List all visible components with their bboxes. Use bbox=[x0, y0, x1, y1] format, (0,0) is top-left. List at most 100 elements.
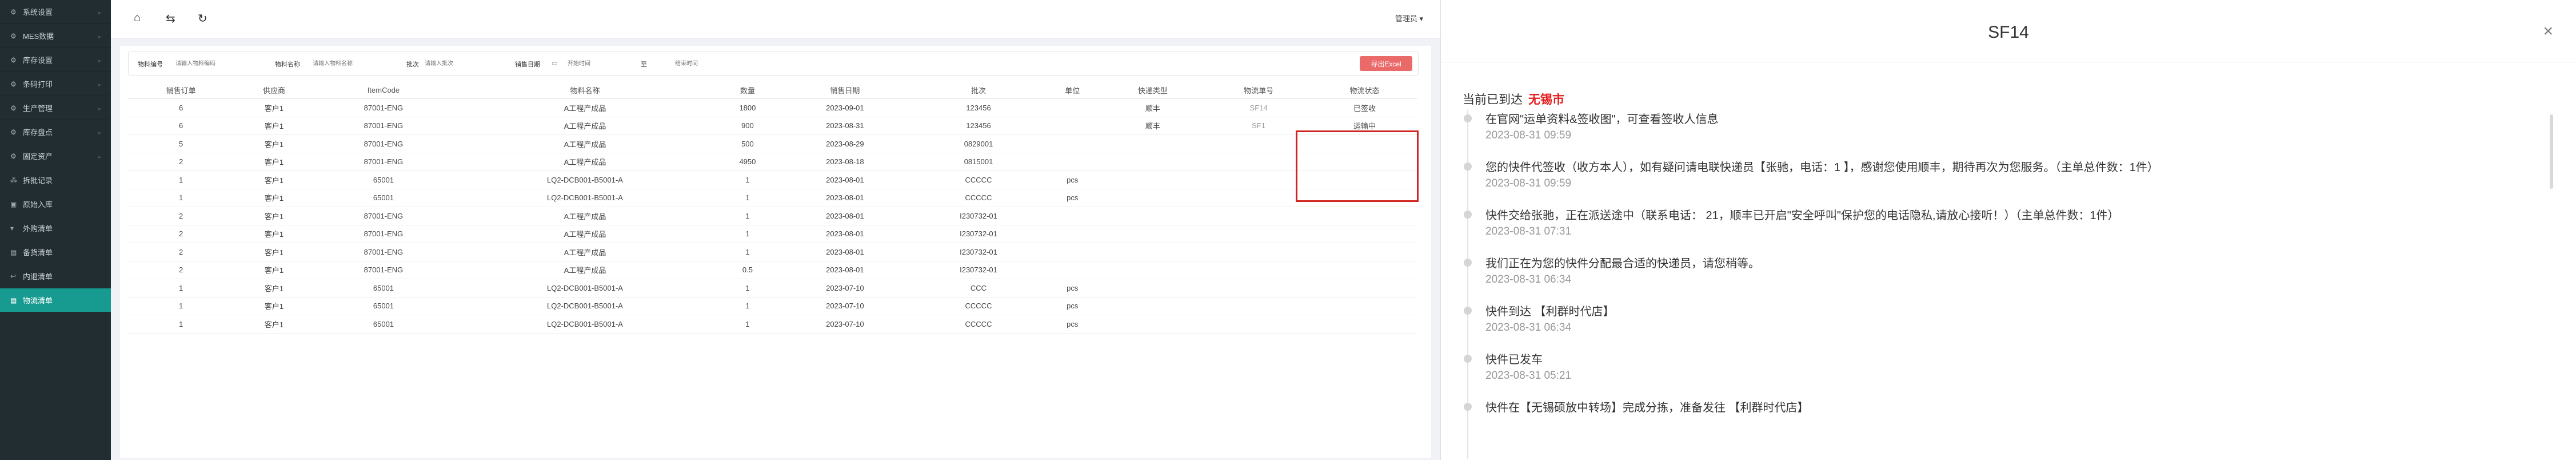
table-cell bbox=[1311, 243, 1417, 261]
column-header[interactable]: 物料名称 bbox=[453, 81, 717, 99]
table-cell: LQ2-DCB001-B5001-A bbox=[453, 279, 717, 298]
table-cell: 客户1 bbox=[234, 170, 314, 189]
date-start-input[interactable] bbox=[566, 55, 614, 72]
sidebar-item-label: 外购清单 bbox=[23, 224, 53, 233]
current-city: 无锡市 bbox=[1528, 93, 1564, 106]
table-row[interactable]: 1 客户1 65001 LQ2-DCB001-B5001-A 1 2023-07-10 CC… bbox=[128, 279, 1417, 298]
table-cell: 客户1 bbox=[234, 243, 314, 261]
event-text: 您的快件代签收（收方本人），如有疑问请电联快递员【张驰，电话：1 】，感谢您使用… bbox=[1485, 161, 2159, 174]
table-row[interactable]: 2 客户1 87001-ENG A工程产成品 1 2023-08-01 I230732-01 bbox=[128, 225, 1417, 243]
truck-icon: ▤ bbox=[10, 296, 17, 304]
column-header[interactable]: 快递类型 bbox=[1100, 81, 1206, 99]
table-cell: 2023-08-01 bbox=[777, 225, 912, 243]
table-row[interactable]: 2 客户1 87001-ENG A工程产成品 4950 2023-08-18 0815001 bbox=[128, 153, 1417, 171]
close-icon[interactable]: × bbox=[2543, 22, 2553, 41]
table-cell bbox=[1045, 261, 1100, 279]
event-time: 2023-08-31 06:34 bbox=[1485, 273, 1572, 285]
table-cell: A工程产成品 bbox=[453, 134, 717, 153]
table-row[interactable]: 5 客户1 87001-ENG A工程产成品 500 2023-08-29 0829001 bbox=[128, 134, 1417, 153]
sidebar-item[interactable]: ⚙ 系统设置 ⌄ bbox=[0, 0, 111, 24]
table-row[interactable]: 1 客户1 65001 LQ2-DCB001-B5001-A 1 2023-08-01 CC… bbox=[128, 170, 1417, 189]
material-name-input[interactable] bbox=[311, 55, 382, 72]
table-cell: 2 bbox=[128, 207, 234, 225]
sidebar-item[interactable]: ⚙ 库存设置 ⌄ bbox=[0, 48, 111, 72]
table-cell: 0.5 bbox=[717, 261, 778, 279]
table-cell: I230732-01 bbox=[912, 261, 1045, 279]
table-row[interactable]: 1 客户1 65001 LQ2-DCB001-B5001-A 1 2023-07-10 CC… bbox=[128, 315, 1417, 334]
table-cell: SF14 bbox=[1205, 98, 1312, 117]
column-header[interactable]: 物流单号 bbox=[1205, 81, 1312, 99]
timeline-dot bbox=[1464, 114, 1472, 122]
column-header[interactable]: 数量 bbox=[717, 81, 778, 99]
table-cell: 87001-ENG bbox=[314, 98, 453, 117]
table-cell bbox=[1311, 225, 1417, 243]
batch-input[interactable] bbox=[424, 55, 494, 72]
table-row[interactable]: 2 客户1 87001-ENG A工程产成品 1 2023-08-01 I230732-01 bbox=[128, 207, 1417, 225]
table-cell: 1 bbox=[128, 170, 234, 189]
calendar-icon[interactable]: ▭ bbox=[552, 60, 557, 67]
event-time: 2023-08-31 09:59 bbox=[1485, 177, 1572, 189]
table-cell bbox=[1100, 315, 1206, 334]
column-header[interactable]: 单位 bbox=[1045, 81, 1100, 99]
table-cell: 1800 bbox=[717, 98, 778, 117]
sidebar-menu: ⚙ 系统设置 ⌄ ⚙ MES数据 ⌄ ⚙ 库存设置 ⌄ ⚙ 条码打印 ⌄ ⚙ 生产管理 ⌄ ⚙ 库存盘点 ⌄ ⚙ 固定… bbox=[0, 0, 111, 460]
table-cell bbox=[1045, 207, 1100, 225]
scrollbar[interactable] bbox=[2550, 114, 2553, 189]
table-cell: 0829001 bbox=[912, 134, 1045, 153]
logistics-detail-panel: SF14 × 当前已到达 无锡市 在官网"运单资料&签收图"，可查看签收人信息 20… bbox=[1440, 0, 2576, 460]
user-menu[interactable]: 管理员 ▾ bbox=[1395, 13, 1423, 23]
table-cell: 客户1 bbox=[234, 261, 314, 279]
table-cell bbox=[1311, 279, 1417, 298]
table-cell: pcs bbox=[1045, 315, 1100, 334]
gear-icon: ⚙ bbox=[10, 31, 17, 40]
return-icon: ↩ bbox=[10, 272, 17, 280]
column-header[interactable]: 销售订单 bbox=[128, 81, 234, 99]
column-header[interactable]: 批次 bbox=[912, 81, 1045, 99]
sidebar-item[interactable]: ↩ 内退清单 bbox=[0, 264, 111, 288]
sidebar-item[interactable]: ⁂ 拆批记录 bbox=[0, 168, 111, 192]
sidebar-item[interactable]: ▤ 物流清单 bbox=[0, 288, 111, 312]
table-cell bbox=[1205, 243, 1312, 261]
refresh-icon[interactable]: ↻ bbox=[198, 11, 207, 26]
table-cell: 2 bbox=[128, 261, 234, 279]
material-code-input[interactable] bbox=[174, 55, 245, 72]
table-cell bbox=[1100, 243, 1206, 261]
event-time: 2023-08-31 05:21 bbox=[1485, 370, 1572, 382]
table-cell: 87001-ENG bbox=[314, 117, 453, 135]
sidebar-item[interactable]: ▣ 原始入库 bbox=[0, 192, 111, 216]
sidebar-item[interactable]: ⚙ 生产管理 ⌄ bbox=[0, 96, 111, 120]
table-cell: pcs bbox=[1045, 279, 1100, 298]
main-content: 物料编号 物料名称 批次 销售日期 ▭ 至 导出Excel 销售订单供应商Ite… bbox=[120, 46, 1431, 458]
home-icon[interactable]: ⌂ bbox=[134, 11, 141, 25]
sidebar-item[interactable]: ⚙ 条码打印 ⌄ bbox=[0, 72, 111, 96]
inbox-icon: ▣ bbox=[10, 200, 17, 208]
table-cell bbox=[1045, 134, 1100, 153]
table-row[interactable]: 1 客户1 65001 LQ2-DCB001-B5001-A 1 2023-08-01 CC… bbox=[128, 189, 1417, 207]
table-cell: 客户1 bbox=[234, 134, 314, 153]
column-header[interactable]: 销售日期 bbox=[777, 81, 912, 99]
column-header[interactable]: 物流状态 bbox=[1311, 81, 1417, 99]
collapse-sidebar-icon[interactable]: ⇆ bbox=[166, 11, 175, 26]
table-row[interactable]: 6 客户1 87001-ENG A工程产成品 1800 2023-09-01 123456 顺… bbox=[128, 98, 1417, 117]
table-row[interactable]: 1 客户1 65001 LQ2-DCB001-B5001-A 1 2023-07-10 CC… bbox=[128, 297, 1417, 315]
sidebar-item[interactable]: ⚙ 库存盘点 ⌄ bbox=[0, 120, 111, 144]
sidebar-item[interactable]: ⚙ MES数据 ⌄ bbox=[0, 24, 111, 48]
gear-icon: ⚙ bbox=[10, 7, 17, 16]
export-excel-button[interactable]: 导出Excel bbox=[1360, 56, 1412, 71]
column-header[interactable]: ItemCode bbox=[314, 81, 453, 99]
column-header[interactable]: 供应商 bbox=[234, 81, 314, 99]
table-cell: 客户1 bbox=[234, 189, 314, 207]
sidebar-item[interactable]: ⚙ 固定资产 ⌄ bbox=[0, 144, 111, 168]
table-row[interactable]: 2 客户1 87001-ENG A工程产成品 0.5 2023-08-01 I230732-… bbox=[128, 261, 1417, 279]
timeline-dot bbox=[1464, 162, 1472, 170]
sidebar-item-label: 系统设置 bbox=[23, 8, 53, 17]
sidebar-item-label: 库存设置 bbox=[23, 56, 53, 65]
table-cell: 2023-08-31 bbox=[777, 117, 912, 135]
table-row[interactable]: 2 客户1 87001-ENG A工程产成品 1 2023-08-01 I230732-01 bbox=[128, 243, 1417, 261]
date-end-input[interactable] bbox=[674, 55, 722, 72]
sidebar-item[interactable]: ▾ 外购清单 bbox=[0, 216, 111, 240]
sidebar-item[interactable]: ▤ 备货清单 bbox=[0, 240, 111, 264]
table-cell bbox=[1045, 225, 1100, 243]
table-cell: 2023-08-01 bbox=[777, 243, 912, 261]
table-row[interactable]: 6 客户1 87001-ENG A工程产成品 900 2023-08-31 123456 顺丰… bbox=[128, 117, 1417, 135]
